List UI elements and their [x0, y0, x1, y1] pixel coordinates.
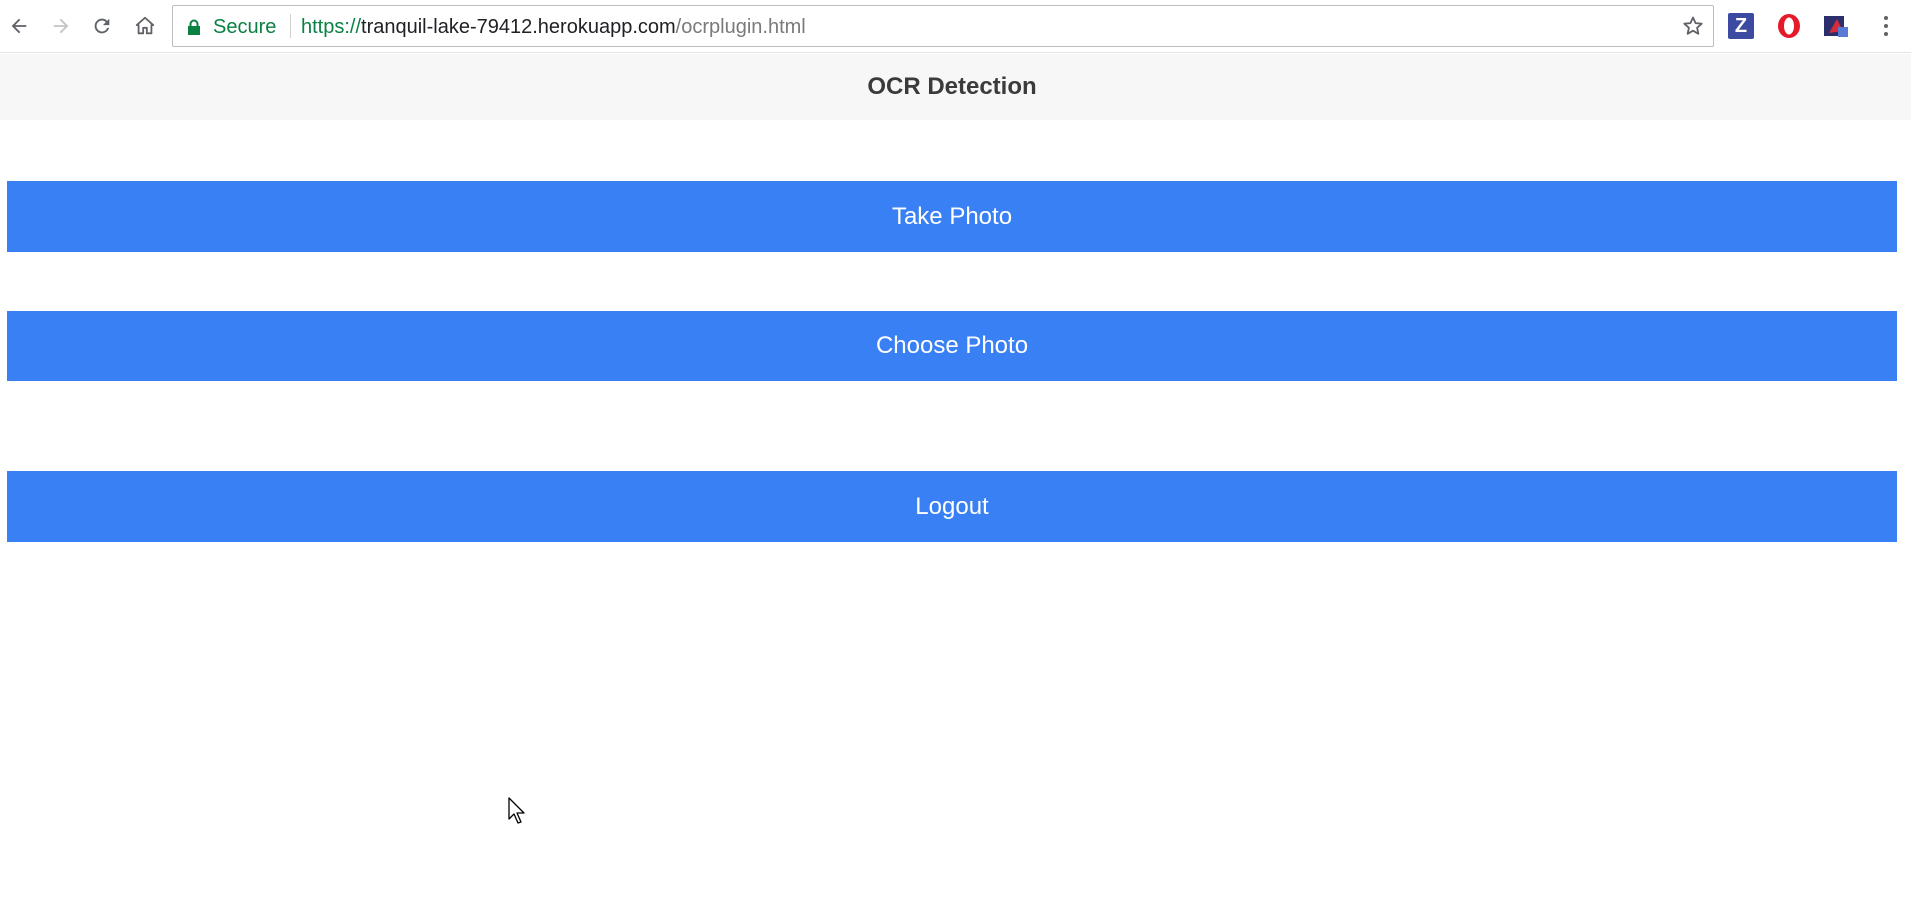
- secure-label: Secure: [213, 16, 277, 38]
- url-text[interactable]: https://tranquil-lake-79412.herokuapp.co…: [301, 16, 806, 38]
- reload-button[interactable]: [88, 12, 116, 40]
- forward-button[interactable]: [47, 12, 75, 40]
- take-photo-button[interactable]: Take Photo: [7, 181, 1897, 252]
- shield-extension-icon[interactable]: [1823, 13, 1849, 39]
- menu-button[interactable]: [1873, 10, 1899, 42]
- reload-icon: [94, 18, 110, 34]
- arrow-right-icon: [53, 18, 69, 34]
- vertical-dots-icon: [1884, 16, 1888, 36]
- home-icon: [135, 16, 155, 35]
- extension-graphic-icon: [1824, 16, 1848, 37]
- mouse-cursor-icon: [508, 797, 525, 824]
- bookmark-star-icon[interactable]: [1681, 14, 1705, 38]
- page-header: OCR Detection: [0, 54, 1911, 120]
- logout-button[interactable]: Logout: [7, 471, 1897, 542]
- home-button[interactable]: [131, 12, 159, 40]
- back-button[interactable]: [5, 12, 33, 40]
- address-bar[interactable]: Secure https://tranquil-lake-79412.herok…: [172, 5, 1714, 47]
- page-title: OCR Detection: [867, 73, 1037, 100]
- opera-logo-icon: [1778, 14, 1800, 38]
- url-host: tranquil-lake-79412.herokuapp.com: [361, 16, 676, 38]
- browser-toolbar: Secure https://tranquil-lake-79412.herok…: [0, 0, 1911, 53]
- lock-icon: [188, 19, 200, 35]
- zotero-label: Z: [1734, 14, 1748, 37]
- omnibox-divider: [290, 14, 291, 38]
- choose-photo-button[interactable]: Choose Photo: [7, 311, 1897, 381]
- zotero-icon[interactable]: Z: [1728, 13, 1754, 39]
- url-scheme: https://: [301, 16, 362, 38]
- arrow-left-icon: [11, 18, 27, 34]
- opera-icon[interactable]: [1776, 13, 1802, 39]
- url-path: /ocrplugin.html: [675, 16, 806, 38]
